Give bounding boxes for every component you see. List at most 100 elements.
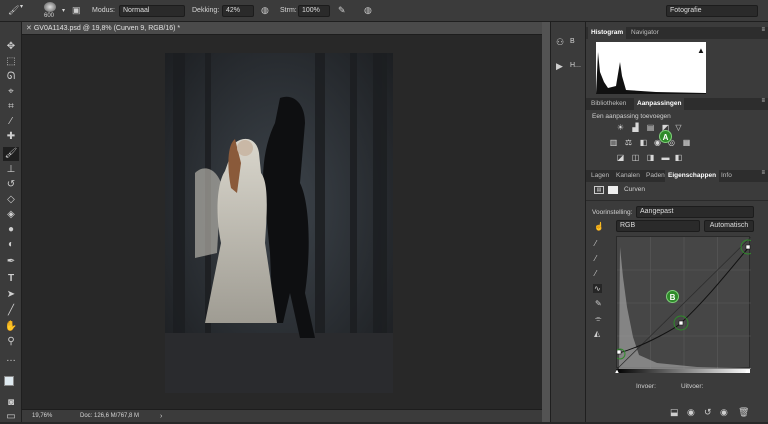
curves-icon[interactable]: ▤ xyxy=(646,123,655,132)
color-balance-icon[interactable]: ⚖ xyxy=(624,138,633,147)
brush-tool-active-icon[interactable]: 🖌 xyxy=(3,147,19,161)
eyedropper-white-icon[interactable]: ⁄ xyxy=(595,269,596,278)
target-adjust-icon[interactable]: ☝ xyxy=(594,222,604,231)
dodge-tool-icon[interactable]: ◐ xyxy=(3,238,19,252)
black-white-icon[interactable]: ◧ xyxy=(639,138,648,147)
quick-select-tool-icon[interactable]: ⌖ xyxy=(3,85,19,99)
blur-tool-icon[interactable]: ● xyxy=(3,223,19,237)
tab-libraries[interactable]: Bibliotheken xyxy=(588,98,629,110)
threshold-icon[interactable]: ◨ xyxy=(646,153,655,162)
document-tab[interactable]: ✕ GV0A1143.psd @ 19,8% (Curven 9, RGB/16… xyxy=(22,22,542,35)
opacity-label: Dekking: xyxy=(192,7,220,14)
crop-tool-icon[interactable]: ⌗ xyxy=(3,100,19,114)
input-label: Invoer: xyxy=(636,383,656,390)
chevron-down-icon[interactable]: ▾ xyxy=(62,7,65,14)
panel-splitter[interactable] xyxy=(542,22,550,422)
zoom-tool-icon[interactable]: ⚲ xyxy=(3,335,19,349)
line-tool-icon[interactable]: ╱ xyxy=(3,304,19,318)
tab-channels[interactable]: Kanalen xyxy=(613,170,643,182)
marquee-tool-icon[interactable]: ⬚ xyxy=(3,55,19,69)
clip-to-layer-icon[interactable]: ⬓ xyxy=(670,407,679,418)
foreground-color-swatch[interactable] xyxy=(4,376,14,386)
brush-preview-icon[interactable] xyxy=(44,2,56,12)
tab-histogram[interactable]: Histogram xyxy=(588,27,627,39)
workspace-select[interactable]: Fotografie xyxy=(666,5,758,17)
more-tools-icon[interactable]: … xyxy=(3,352,19,366)
type-tool-icon[interactable]: T xyxy=(3,272,19,286)
panel-menu-icon[interactable]: ≡ xyxy=(761,170,765,176)
brightness-icon[interactable]: ☀ xyxy=(616,123,625,132)
posterize-icon[interactable]: ◫ xyxy=(631,153,640,162)
curve-edit-icon[interactable]: ∿ xyxy=(593,284,602,293)
photo-canvas[interactable] xyxy=(165,53,393,393)
flow-input[interactable]: 100% xyxy=(298,5,330,17)
channel-select[interactable]: RGB xyxy=(616,220,700,232)
close-tab-icon[interactable]: ✕ xyxy=(26,25,32,32)
dock-item-1-label[interactable]: B xyxy=(570,38,575,45)
view-previous-icon[interactable]: ◉ xyxy=(687,407,695,418)
preset-select[interactable]: Aangepast xyxy=(636,206,754,218)
pen-tool-icon[interactable]: ✒ xyxy=(3,255,19,269)
quick-mask-icon[interactable]: ◙ xyxy=(3,396,19,410)
collapsed-dock: ⚇ B ▶ H... xyxy=(550,22,586,422)
play-icon[interactable]: ▶ xyxy=(556,61,563,72)
black-point-slider-icon[interactable]: ▲ xyxy=(614,369,620,375)
hand-tool-icon[interactable]: ✋ xyxy=(3,320,19,334)
move-tool-icon[interactable]: ✥ xyxy=(3,40,19,54)
tab-properties[interactable]: Eigenschappen xyxy=(665,170,720,182)
warning-icon[interactable]: ▲ xyxy=(697,46,705,55)
brush-panel-icon[interactable]: ▣ xyxy=(72,5,81,16)
brushes-panel-icon[interactable]: ⚇ xyxy=(556,37,564,48)
opacity-input[interactable]: 42% xyxy=(222,5,254,17)
adjustments-tabs: Bibliotheken Aanpassingen ≡ xyxy=(586,98,768,110)
panel-menu-icon[interactable]: ≡ xyxy=(761,27,765,33)
paint-bucket-icon[interactable]: ◈ xyxy=(3,208,19,222)
visibility-eye-icon[interactable]: ◉ xyxy=(720,407,728,418)
layer-type-label: Curven xyxy=(624,186,645,193)
eyedropper-tool-icon[interactable]: ⁄ xyxy=(3,115,19,129)
mode-select[interactable]: Normaal xyxy=(119,5,185,17)
zoom-level[interactable]: 19,76% xyxy=(32,410,52,423)
lasso-tool-icon[interactable]: ᘏ xyxy=(3,70,19,84)
adjustments-heading: Een aanpassing toevoegen xyxy=(592,113,671,120)
pressure-size-icon[interactable]: ◍ xyxy=(364,5,372,16)
pressure-opacity-icon[interactable]: ◍ xyxy=(261,5,269,16)
eyedropper-gray-icon[interactable]: ⁄ xyxy=(595,254,596,263)
color-lookup-icon[interactable]: ▦ xyxy=(682,138,691,147)
vibrance-icon[interactable]: ▽ xyxy=(674,123,683,132)
path-select-icon[interactable]: ➤ xyxy=(3,288,19,302)
preset-label: Voorinstelling: xyxy=(592,209,633,216)
status-arrow-icon[interactable]: › xyxy=(160,410,162,423)
stamp-tool-icon[interactable]: ⊥ xyxy=(3,163,19,177)
hue-saturation-icon[interactable]: ▥ xyxy=(609,138,618,147)
invert-icon[interactable]: ◪ xyxy=(616,153,625,162)
auto-button[interactable]: Automatisch xyxy=(704,220,754,232)
pencil-curve-icon[interactable]: ✎ xyxy=(595,299,602,308)
dropdown-arrow-icon[interactable]: ▾ xyxy=(20,3,23,10)
panel-menu-icon[interactable]: ≡ xyxy=(761,98,765,104)
histogram-tabs: Histogram Navigator ≡ xyxy=(586,27,768,39)
dock-item-2-label[interactable]: H... xyxy=(570,62,581,69)
levels-icon[interactable]: ▟ xyxy=(631,123,640,132)
clipping-warning-icon[interactable]: ◭ xyxy=(594,329,600,338)
curves-graph[interactable] xyxy=(614,236,756,370)
eyedropper-black-icon[interactable]: ⁄ xyxy=(595,239,596,248)
delete-icon[interactable]: 🗑 xyxy=(738,407,749,418)
eraser-tool-icon[interactable]: ◇ xyxy=(3,193,19,207)
brush-tool-icon[interactable]: 🖌 xyxy=(8,5,19,16)
flow-label: Strm: xyxy=(280,7,297,14)
white-point-slider-icon[interactable]: ▲ xyxy=(744,369,750,375)
reset-icon[interactable]: ↺ xyxy=(704,407,712,418)
airbrush-icon[interactable]: ✎ xyxy=(338,5,346,16)
mask-icon[interactable] xyxy=(608,186,618,194)
tab-info[interactable]: Info xyxy=(718,170,735,182)
status-bar: 19,76% Doc: 126,6 M/767,8 M › xyxy=(22,409,542,422)
healing-tool-icon[interactable]: ✚ xyxy=(3,130,19,144)
smooth-curve-icon[interactable]: ⌯ xyxy=(595,314,601,324)
history-brush-icon[interactable]: ↺ xyxy=(3,178,19,192)
selective-color-icon[interactable]: ◧ xyxy=(674,153,683,162)
gradient-map-icon[interactable]: ▬ xyxy=(661,153,670,162)
tab-layers[interactable]: Lagen xyxy=(588,170,612,182)
tab-navigator[interactable]: Navigator xyxy=(628,27,662,39)
tab-adjustments[interactable]: Aanpassingen xyxy=(634,98,685,110)
